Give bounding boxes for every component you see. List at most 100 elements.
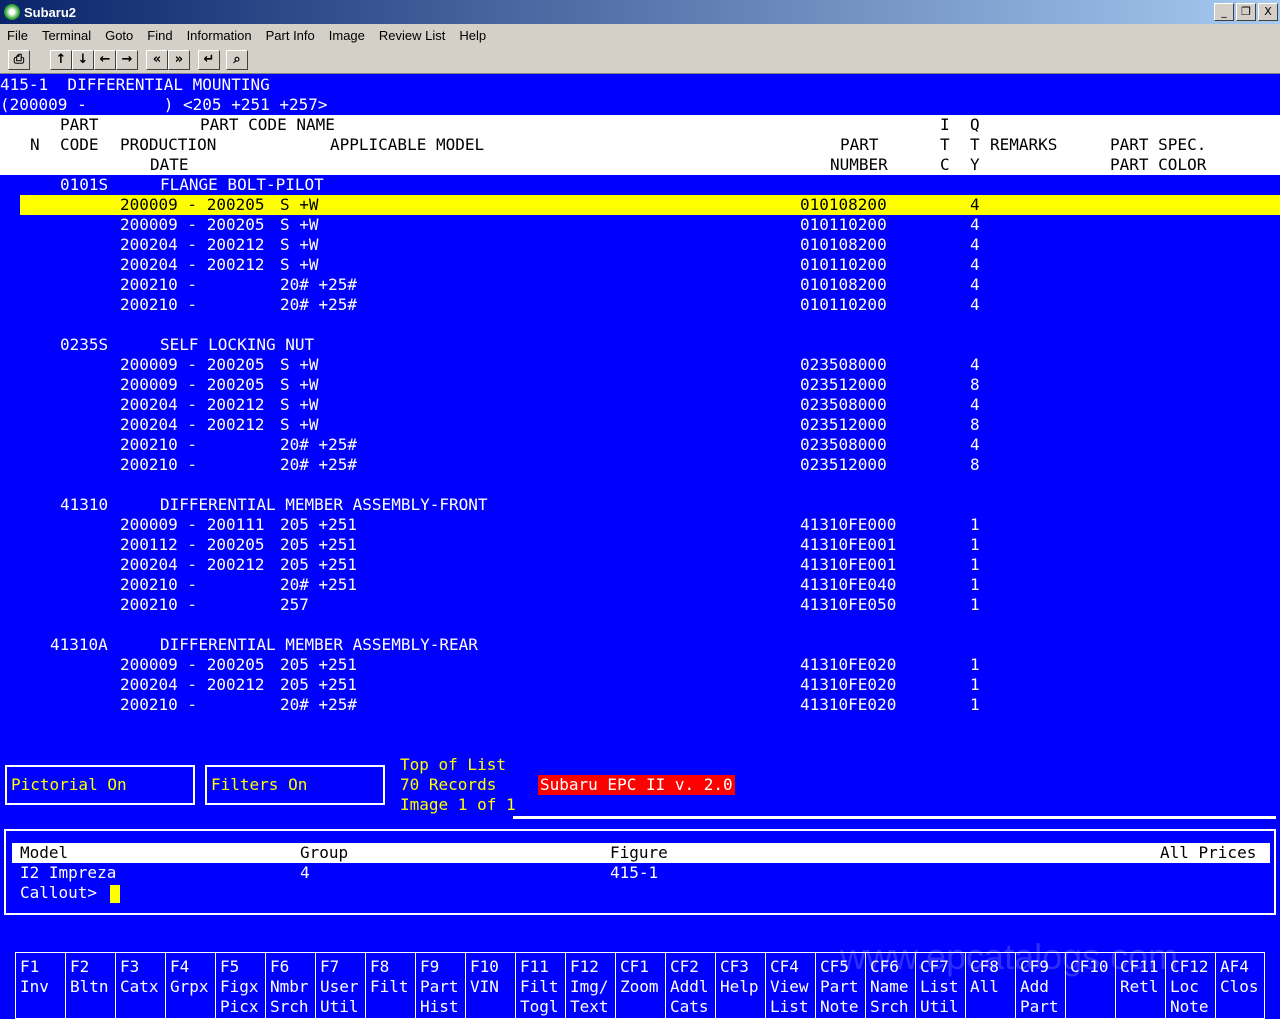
row-production[interactable]: 200009 - 200205 bbox=[120, 355, 265, 375]
row-qty[interactable]: 4 bbox=[970, 435, 980, 455]
double-left-icon[interactable]: « bbox=[146, 49, 168, 70]
menu-review-list[interactable]: Review List bbox=[372, 28, 452, 43]
arrow-left-icon[interactable]: ← bbox=[94, 49, 116, 70]
row-qty[interactable]: 1 bbox=[970, 675, 980, 695]
row-qty[interactable]: 1 bbox=[970, 535, 980, 555]
fkey-cf6[interactable]: CF6 Name Srch bbox=[865, 952, 915, 1019]
fkey-cf10[interactable]: CF10 bbox=[1065, 952, 1115, 1019]
row-model[interactable]: 20# +25# bbox=[280, 295, 357, 315]
row-model[interactable]: 205 +251 bbox=[280, 655, 357, 675]
row-production[interactable]: 200204 - 200212 bbox=[120, 555, 265, 575]
row-qty[interactable]: 1 bbox=[970, 575, 980, 595]
row-production[interactable]: 200204 - 200212 bbox=[120, 395, 265, 415]
row-part-number[interactable]: 41310FE020 bbox=[800, 675, 896, 695]
menu-goto[interactable]: Goto bbox=[98, 28, 140, 43]
row-production[interactable]: 200009 - 200111 bbox=[120, 515, 265, 535]
row-part-number[interactable]: 010110200 bbox=[800, 255, 887, 275]
row-model[interactable]: S +W bbox=[280, 195, 319, 215]
callout-input[interactable] bbox=[110, 885, 120, 903]
row-model[interactable]: 20# +25# bbox=[280, 435, 357, 455]
row-model[interactable]: S +W bbox=[280, 255, 319, 275]
menu-image[interactable]: Image bbox=[322, 28, 372, 43]
row-qty[interactable]: 4 bbox=[970, 255, 980, 275]
menu-help[interactable]: Help bbox=[452, 28, 493, 43]
row-production[interactable]: 200009 - 200205 bbox=[120, 195, 265, 215]
row-part-number[interactable]: 023508000 bbox=[800, 435, 887, 455]
row-production[interactable]: 200009 - 200205 bbox=[120, 215, 265, 235]
row-model[interactable]: 20# +251 bbox=[280, 575, 357, 595]
row-qty[interactable]: 4 bbox=[970, 395, 980, 415]
row-part-number[interactable]: 023512000 bbox=[800, 415, 887, 435]
row-production[interactable]: 200210 - bbox=[120, 455, 197, 475]
row-production[interactable]: 200210 - bbox=[120, 695, 197, 715]
fkey-cf3[interactable]: CF3 Help bbox=[715, 952, 765, 1019]
fkey-af4[interactable]: AF4 Clos bbox=[1215, 952, 1265, 1019]
row-model[interactable]: 205 +251 bbox=[280, 515, 357, 535]
close-button[interactable]: X bbox=[1258, 3, 1278, 21]
pictorial-toggle[interactable]: Pictorial On bbox=[5, 765, 195, 805]
row-production[interactable]: 200210 - bbox=[120, 595, 197, 615]
arrow-right-icon[interactable]: → bbox=[116, 49, 138, 70]
row-model[interactable]: 20# +25# bbox=[280, 455, 357, 475]
row-model[interactable]: S +W bbox=[280, 215, 319, 235]
row-part-number[interactable]: 010108200 bbox=[800, 195, 887, 215]
row-model[interactable]: S +W bbox=[280, 415, 319, 435]
row-model[interactable]: S +W bbox=[280, 375, 319, 395]
row-production[interactable]: 200210 - bbox=[120, 435, 197, 455]
row-model[interactable]: S +W bbox=[280, 355, 319, 375]
fkey-cf11[interactable]: CF11 Retl bbox=[1115, 952, 1165, 1019]
row-model[interactable]: 257 bbox=[280, 595, 309, 615]
row-part-number[interactable]: 010110200 bbox=[800, 295, 887, 315]
row-qty[interactable]: 8 bbox=[970, 415, 980, 435]
row-qty[interactable]: 4 bbox=[970, 295, 980, 315]
filters-toggle[interactable]: Filters On bbox=[205, 765, 385, 805]
row-part-number[interactable]: 41310FE020 bbox=[800, 655, 896, 675]
fkey-cf1[interactable]: CF1 Zoom bbox=[615, 952, 665, 1019]
row-qty[interactable]: 4 bbox=[970, 235, 980, 255]
menu-part-info[interactable]: Part Info bbox=[259, 28, 322, 43]
fkey-f12[interactable]: F12 Img/ Text bbox=[565, 952, 615, 1019]
row-qty[interactable]: 1 bbox=[970, 595, 980, 615]
row-production[interactable]: 200009 - 200205 bbox=[120, 655, 265, 675]
row-qty[interactable]: 4 bbox=[970, 195, 980, 215]
fkey-f6[interactable]: F6 Nmbr Srch bbox=[265, 952, 315, 1019]
row-model[interactable]: S +W bbox=[280, 235, 319, 255]
row-production[interactable]: 200210 - bbox=[120, 295, 197, 315]
fkey-f7[interactable]: F7 User Util bbox=[315, 952, 365, 1019]
menu-terminal[interactable]: Terminal bbox=[35, 28, 98, 43]
row-part-number[interactable]: 023512000 bbox=[800, 455, 887, 475]
row-part-number[interactable]: 010108200 bbox=[800, 235, 887, 255]
row-part-number[interactable]: 023508000 bbox=[800, 395, 887, 415]
row-production[interactable]: 200210 - bbox=[120, 275, 197, 295]
row-part-number[interactable]: 023512000 bbox=[800, 375, 887, 395]
fkey-f9[interactable]: F9 Part Hist bbox=[415, 952, 465, 1019]
fkey-cf5[interactable]: CF5 Part Note bbox=[815, 952, 865, 1019]
fkey-f4[interactable]: F4 Grpx bbox=[165, 952, 215, 1019]
fkey-cf7[interactable]: CF7 List Util bbox=[915, 952, 965, 1019]
fkey-f10[interactable]: F10 VIN bbox=[465, 952, 515, 1019]
row-qty[interactable]: 1 bbox=[970, 515, 980, 535]
row-production[interactable]: 200210 - bbox=[120, 575, 197, 595]
row-qty[interactable]: 4 bbox=[970, 215, 980, 235]
row-part-number[interactable]: 010110200 bbox=[800, 215, 887, 235]
fkey-f2[interactable]: F2 Bltn bbox=[65, 952, 115, 1019]
restore-button[interactable]: ❐ bbox=[1236, 3, 1256, 21]
row-part-number[interactable]: 41310FE020 bbox=[800, 695, 896, 715]
row-qty[interactable]: 8 bbox=[970, 375, 980, 395]
fkey-f8[interactable]: F8 Filt bbox=[365, 952, 415, 1019]
arrow-up-icon[interactable]: ↑ bbox=[50, 49, 72, 70]
menu-information[interactable]: Information bbox=[180, 28, 259, 43]
fkey-cf9[interactable]: CF9 Add Part bbox=[1015, 952, 1065, 1019]
fkey-f1[interactable]: F1 Inv bbox=[15, 952, 65, 1019]
printer-icon[interactable]: ⎙ bbox=[8, 49, 30, 70]
row-qty[interactable]: 1 bbox=[970, 695, 980, 715]
row-production[interactable]: 200204 - 200212 bbox=[120, 255, 265, 275]
fkey-cf2[interactable]: CF2 Addl Cats bbox=[665, 952, 715, 1019]
row-part-number[interactable]: 41310FE040 bbox=[800, 575, 896, 595]
row-qty[interactable]: 1 bbox=[970, 555, 980, 575]
row-production[interactable]: 200112 - 200205 bbox=[120, 535, 265, 555]
row-part-number[interactable]: 41310FE050 bbox=[800, 595, 896, 615]
enter-icon[interactable]: ↵ bbox=[198, 49, 220, 70]
search-icon[interactable]: ⌕ bbox=[226, 49, 248, 70]
row-model[interactable]: 20# +25# bbox=[280, 695, 357, 715]
